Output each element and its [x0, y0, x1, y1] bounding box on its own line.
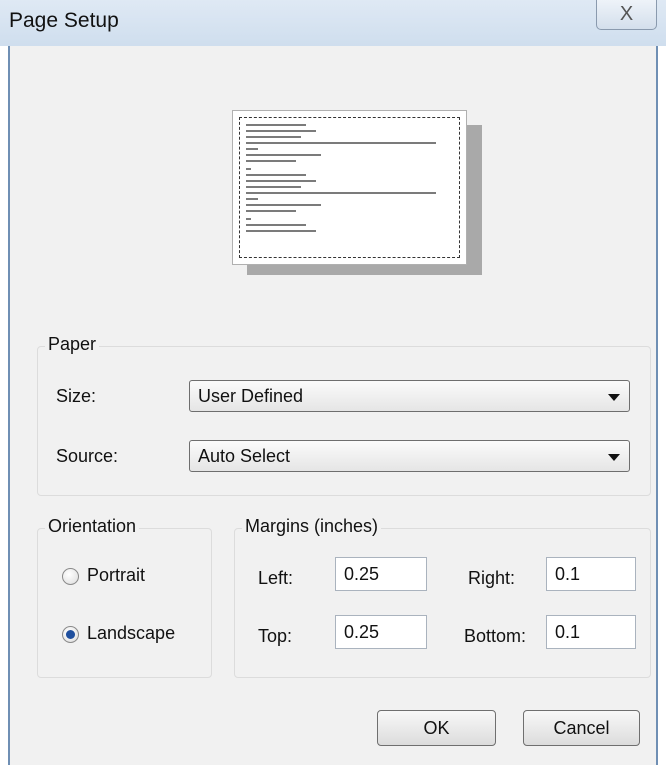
page-preview-icon [232, 110, 467, 265]
orientation-group [37, 528, 212, 678]
preview-line [246, 136, 301, 138]
left-margin-label: Left: [258, 568, 294, 588]
preview-line [246, 210, 296, 212]
orientation-legend: Orientation [45, 516, 140, 537]
preview-line [246, 198, 258, 200]
top-margin-input[interactable] [335, 615, 427, 649]
preview-line [246, 186, 301, 188]
source-label: Source: [56, 446, 119, 466]
preview-line [246, 148, 258, 150]
close-icon: X [619, 3, 634, 25]
landscape-radio[interactable] [62, 626, 79, 643]
preview-line [246, 154, 321, 156]
preview-line [246, 204, 321, 206]
preview-line [246, 124, 306, 126]
source-select-value: Auto Select [198, 446, 291, 466]
preview-line [246, 180, 316, 182]
preview-line [246, 230, 316, 232]
landscape-label[interactable]: Landscape [87, 623, 175, 644]
paper-legend: Paper [45, 334, 100, 355]
preview-margin-outline [239, 117, 460, 258]
preview-line [246, 192, 436, 194]
close-button[interactable]: X [596, 0, 657, 30]
preview-line [246, 174, 306, 176]
size-label: Size: [56, 386, 97, 406]
preview-line [246, 130, 316, 132]
top-margin-label: Top: [258, 626, 293, 646]
margins-legend: Margins (inches) [242, 516, 382, 537]
paper-group [37, 346, 651, 496]
portrait-radio[interactable] [62, 568, 79, 585]
right-margin-input[interactable] [546, 557, 636, 591]
left-margin-input[interactable] [335, 557, 427, 591]
preview-line [246, 224, 306, 226]
size-select[interactable]: User Defined [189, 380, 630, 412]
margins-group [234, 528, 651, 678]
cancel-button[interactable]: Cancel [523, 710, 640, 746]
right-margin-label: Right: [468, 568, 516, 588]
preview-line [246, 160, 296, 162]
preview-line [246, 218, 251, 220]
preview-line [246, 142, 436, 144]
title-bar: Page Setup X [0, 0, 666, 46]
bottom-margin-label: Bottom: [464, 626, 527, 646]
chevron-down-icon [608, 394, 620, 401]
source-select[interactable]: Auto Select [189, 440, 630, 472]
chevron-down-icon [608, 454, 620, 461]
radio-selected-dot [66, 630, 75, 639]
preview-line [246, 168, 251, 170]
bottom-margin-input[interactable] [546, 615, 636, 649]
size-select-value: User Defined [198, 386, 304, 406]
ok-button[interactable]: OK [377, 710, 496, 746]
portrait-label[interactable]: Portrait [87, 565, 145, 586]
window-title: Page Setup [9, 9, 119, 32]
